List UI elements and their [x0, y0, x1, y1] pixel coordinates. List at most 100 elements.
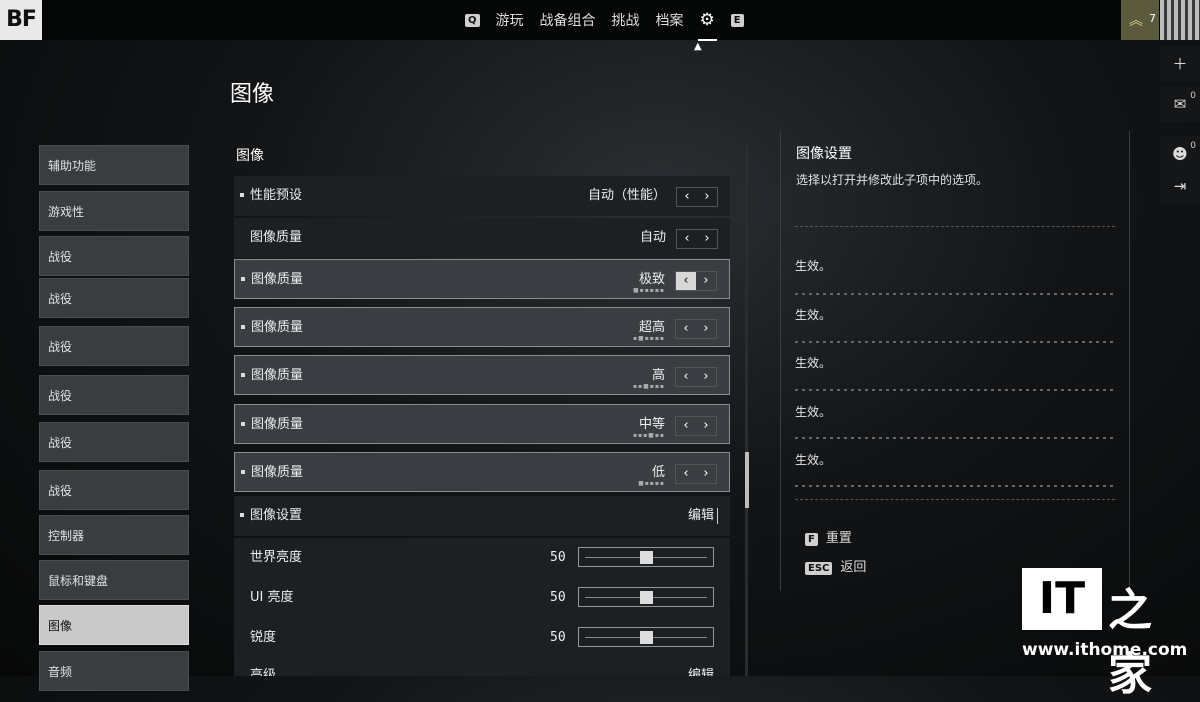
value-selector: ‹ ›	[675, 367, 717, 387]
option-dots: ■▪▪▪▪	[638, 480, 665, 487]
option-dots: ▪▪▪■▪▪	[632, 432, 665, 439]
sharpness-slider[interactable]	[578, 627, 714, 647]
nav-next-key: E	[730, 13, 744, 27]
reset-hint[interactable]: F 重置	[805, 527, 852, 546]
setting-row-quality-low[interactable]: 图像质量 低 ■▪▪▪▪ ‹ ›	[234, 452, 730, 492]
value-selector: ‹ ›	[676, 187, 718, 207]
setting-row-ui-brightness[interactable]: UI 亮度 50	[234, 578, 730, 618]
sidebar-item-campaign-4[interactable]: 战役	[39, 375, 189, 415]
edit-button[interactable]: 编辑	[688, 496, 714, 536]
sidebar-item-campaign-1[interactable]: 战役	[39, 236, 189, 276]
top-bar: BF Q 游玩 战备组合 挑战 档案 ⚙ E ︽ 7	[0, 0, 1200, 41]
friends-icon[interactable]: ☻ 0	[1160, 136, 1200, 172]
section-label: 图像	[236, 148, 264, 164]
row-bullet	[241, 422, 245, 426]
sidebar-item-graphics[interactable]: 图像	[39, 605, 189, 645]
setting-value: 自动（性能）	[587, 188, 666, 203]
sidebar-item-audio[interactable]: 音频	[39, 651, 189, 691]
game-logo: BF	[0, 0, 42, 40]
chevron-right-icon[interactable]: ›	[697, 188, 717, 206]
exit-icon[interactable]: ⇥	[1160, 168, 1200, 204]
world-brightness-slider[interactable]	[578, 547, 714, 567]
edit-button[interactable]: 编辑	[688, 658, 714, 676]
chevron-right-icon[interactable]: ›	[696, 465, 716, 483]
sidebar-item-gameplay[interactable]: 游戏性	[39, 191, 189, 231]
chevron-left-icon[interactable]: ‹	[676, 417, 696, 435]
slider-thumb[interactable]	[640, 591, 653, 604]
active-tab-caret-icon: ▲	[694, 41, 702, 52]
setting-label: 图像质量	[251, 368, 304, 383]
settings-gear-icon[interactable]: ⚙	[697, 10, 717, 41]
main-nav: Q 游玩 战备组合 挑战 档案 ⚙ E	[465, 0, 744, 41]
watermark: IT 之家 www.ithome.com	[1022, 568, 1187, 700]
chevron-left-icon[interactable]: ‹	[676, 368, 696, 386]
plus-icon[interactable]: ＋	[1160, 46, 1200, 82]
value-selector: ‹ ›	[675, 319, 717, 339]
edit-divider	[717, 508, 718, 524]
setting-row-sharpness[interactable]: 锐度 50	[234, 618, 730, 658]
mail-icon[interactable]: ✉ 0	[1160, 86, 1200, 122]
setting-label: 图像质量	[251, 417, 304, 432]
slider-thumb[interactable]	[640, 551, 653, 564]
chevron-right-icon[interactable]: ›	[696, 368, 716, 386]
setting-row-quality-very-high[interactable]: 图像质量 超高 ▪■▪▪▪▪ ‹ ›	[234, 307, 730, 347]
nav-profile[interactable]: 档案	[656, 10, 684, 30]
blurred-text	[795, 437, 1113, 439]
effect-note: 生效。	[795, 259, 832, 273]
ui-brightness-slider[interactable]	[578, 587, 714, 607]
sidebar-item-controller[interactable]: 控制器	[39, 515, 189, 555]
sidebar-item-campaign-6[interactable]: 战役	[39, 470, 189, 510]
info-description: 选择以打开并修改此子项中的选项。	[796, 173, 989, 187]
player-avatar[interactable]	[1160, 0, 1200, 40]
setting-row-quality-high[interactable]: 图像质量 高 ▪▪■▪▪▪ ‹ ›	[234, 355, 730, 395]
scrollbar-thumb[interactable]	[745, 452, 749, 508]
blurred-text	[795, 341, 1113, 343]
watermark-logo: IT	[1022, 568, 1102, 630]
nav-play[interactable]: 游玩	[496, 10, 524, 30]
rank-badge[interactable]: ︽ 7	[1121, 0, 1159, 40]
sidebar-item-accessibility[interactable]: 辅助功能	[39, 145, 189, 185]
chevron-left-icon[interactable]: ‹	[676, 272, 696, 290]
chevron-left-icon[interactable]: ‹	[676, 465, 696, 483]
chevron-left-icon[interactable]: ‹	[676, 320, 696, 338]
rank-number: 7	[1149, 12, 1156, 25]
back-label: 返回	[840, 560, 867, 575]
slider-thumb[interactable]	[640, 631, 653, 644]
setting-label: 世界亮度	[250, 550, 303, 565]
slider-value: 50	[550, 590, 566, 605]
setting-label: 图像质量	[251, 465, 304, 480]
setting-row-quality-medium[interactable]: 图像质量 中等 ▪▪▪■▪▪ ‹ ›	[234, 404, 730, 444]
sidebar-item-mouse-keyboard[interactable]: 鼠标和键盘	[39, 560, 189, 600]
setting-row-performance-preset[interactable]: 性能预设 自动（性能） ‹ ›	[234, 176, 730, 216]
chevron-left-icon[interactable]: ‹	[677, 230, 697, 248]
scrollbar-track[interactable]	[745, 145, 748, 676]
chevron-right-icon[interactable]: ›	[696, 417, 716, 435]
chevron-right-icon[interactable]: ›	[696, 272, 716, 290]
reset-label: 重置	[825, 531, 852, 546]
setting-row-graphics-settings[interactable]: 图像设置 编辑	[234, 496, 730, 536]
page-title: 图像	[230, 82, 275, 107]
rank-chevron-icon: ︽	[1129, 13, 1143, 29]
setting-row-world-brightness[interactable]: 世界亮度 50	[234, 538, 730, 578]
chevron-right-icon[interactable]: ›	[697, 230, 717, 248]
setting-row-quality-auto[interactable]: 图像质量 自动 ‹ ›	[234, 218, 730, 258]
setting-label: 图像质量	[251, 320, 304, 335]
row-bullet	[240, 513, 244, 517]
back-hint[interactable]: ESC 返回	[805, 556, 866, 575]
blurred-text	[795, 389, 1113, 391]
sidebar-item-campaign-5[interactable]: 战役	[39, 422, 189, 462]
setting-value: 中等	[638, 417, 665, 432]
setting-row-advanced[interactable]: 高级 编辑	[234, 658, 730, 676]
value-selector: ‹ ›	[675, 271, 717, 291]
setting-label: 锐度	[250, 630, 277, 645]
setting-label: 图像质量	[250, 230, 303, 245]
watermark-zh: 之家	[1108, 585, 1152, 700]
chevron-right-icon[interactable]: ›	[696, 320, 716, 338]
nav-challenges[interactable]: 挑战	[612, 10, 640, 30]
sidebar-item-campaign-2[interactable]: 战役	[39, 278, 189, 318]
setting-row-quality-ultra[interactable]: 图像质量 极致 ■▪▪▪▪▪ ‹ ›	[234, 259, 730, 299]
sidebar-item-campaign-3[interactable]: 战役	[39, 326, 189, 366]
nav-loadout[interactable]: 战备组合	[540, 10, 596, 30]
chevron-left-icon[interactable]: ‹	[677, 188, 697, 206]
effect-note: 生效。	[795, 356, 832, 370]
